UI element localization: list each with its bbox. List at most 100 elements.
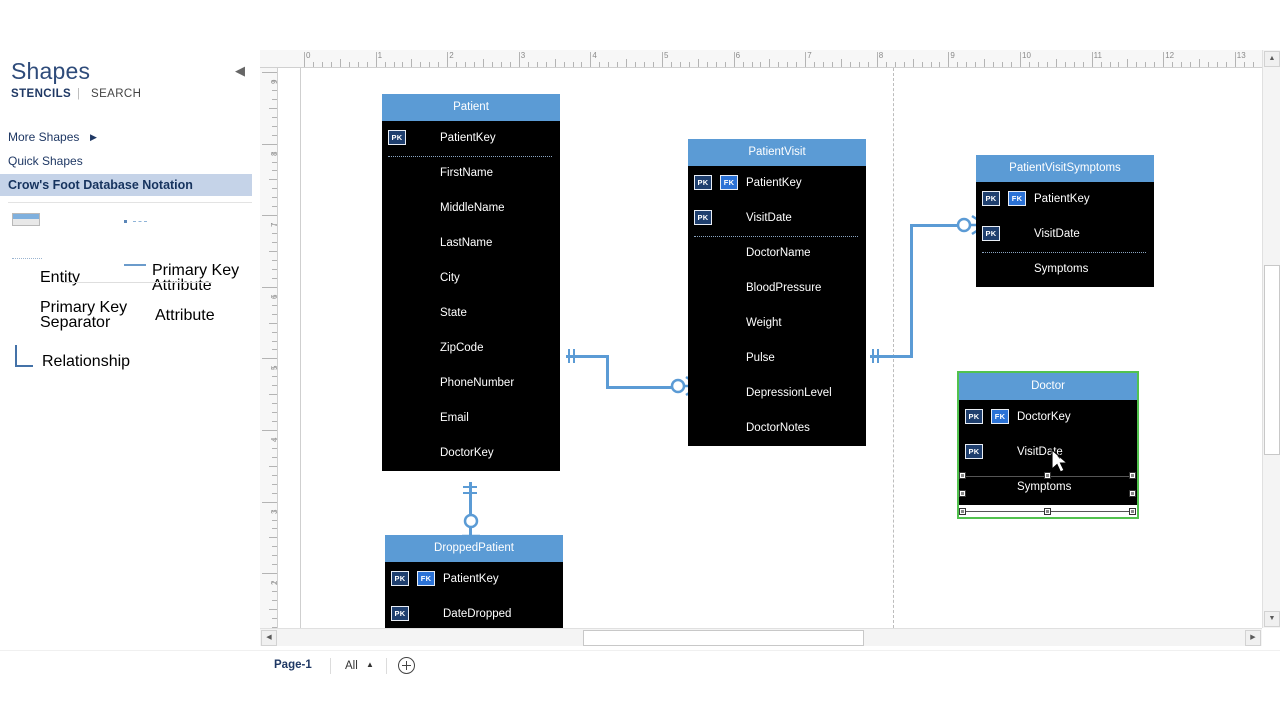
attribute-name: State bbox=[440, 307, 467, 319]
tab-stencils[interactable]: STENCILS bbox=[11, 88, 71, 100]
attribute-row[interactable]: Pulse bbox=[688, 341, 866, 376]
attribute-row[interactable]: DepressionLevel bbox=[688, 376, 866, 411]
ruler-tick-minor bbox=[272, 349, 277, 351]
attribute-name: Email bbox=[440, 412, 469, 424]
scroll-down-arrow-icon[interactable]: ▼ bbox=[1264, 611, 1280, 627]
page-boundary-guide bbox=[893, 68, 894, 628]
entity-body-doctor: PK FK DoctorKey PK VisitDate Symptoms bbox=[959, 400, 1137, 505]
horizontal-scrollbar[interactable]: ◀ ▶ bbox=[260, 628, 1262, 646]
ruler-tick-minor bbox=[1002, 62, 1004, 67]
ruler-tick-major bbox=[948, 52, 950, 67]
attribute-row[interactable]: ZipCode bbox=[382, 331, 560, 366]
vertical-ruler[interactable]: 98765432 bbox=[260, 68, 278, 628]
attribute-row[interactable]: PK DateDropped bbox=[385, 597, 563, 628]
resize-handle-tc[interactable] bbox=[1044, 472, 1051, 479]
entity-header-patientvisit[interactable]: PatientVisit bbox=[688, 139, 866, 166]
vertical-scrollbar-thumb[interactable] bbox=[1264, 265, 1280, 455]
ruler-tick-minor bbox=[272, 438, 277, 440]
vertical-scrollbar[interactable]: ▲ ▼ bbox=[1262, 50, 1280, 628]
resize-handle-br[interactable] bbox=[1129, 508, 1136, 515]
entity-header-patient[interactable]: Patient bbox=[382, 94, 560, 121]
horizontal-ruler[interactable]: 0 1 2 3 4 5 6 7 8 9 10 11 12 13 bbox=[260, 50, 1262, 68]
attribute-row[interactable]: PK VisitDate bbox=[688, 201, 866, 236]
attribute-row[interactable]: Symptoms bbox=[976, 252, 1154, 287]
attribute-row[interactable]: PK FK PatientKey bbox=[385, 562, 563, 597]
attribute-row[interactable]: FirstName bbox=[382, 156, 560, 191]
attribute-row[interactable]: PK FK PatientKey bbox=[976, 182, 1154, 217]
resize-handle-bc[interactable] bbox=[1044, 508, 1051, 515]
resize-handle-mr[interactable] bbox=[1129, 490, 1136, 497]
attribute-row[interactable]: City bbox=[382, 261, 560, 296]
drawing-canvas[interactable]: Patient PK PatientKey FirstName MiddleNa… bbox=[278, 68, 1262, 628]
attribute-row[interactable]: Weight bbox=[688, 306, 866, 341]
ruler-tick-minor bbox=[1136, 62, 1138, 67]
attribute-name: BloodPressure bbox=[746, 282, 822, 294]
chevron-left-icon[interactable]: ◀ bbox=[232, 63, 248, 79]
resize-handle-tr[interactable] bbox=[1129, 472, 1136, 479]
entity-header-droppedpatient[interactable]: DroppedPatient bbox=[385, 535, 563, 562]
plus-circle-icon[interactable] bbox=[398, 657, 415, 674]
scroll-left-arrow-icon[interactable]: ◀ bbox=[261, 630, 277, 646]
horizontal-scrollbar-thumb[interactable] bbox=[583, 630, 864, 646]
ruler-tick-minor bbox=[1073, 62, 1075, 67]
attribute-row[interactable]: PK VisitDate bbox=[976, 217, 1154, 252]
resize-handle-ml[interactable] bbox=[959, 490, 966, 497]
attribute-row[interactable]: DoctorName bbox=[688, 236, 866, 271]
ruler-tick-major bbox=[518, 52, 520, 67]
ruler-tick-minor bbox=[644, 62, 646, 67]
entity-header-doctor[interactable]: Doctor bbox=[959, 373, 1137, 400]
connector-pv-pvs-seg3[interactable] bbox=[910, 224, 962, 227]
resize-handle-tl[interactable] bbox=[959, 472, 966, 479]
scroll-right-arrow-icon[interactable]: ▶ bbox=[1245, 630, 1261, 646]
connector-pv-pvs-seg2[interactable] bbox=[910, 224, 913, 358]
entity-shape-icon[interactable] bbox=[12, 213, 40, 226]
entity-patientvisit[interactable]: PatientVisit PK FK PatientKey PK VisitDa… bbox=[688, 139, 866, 446]
chevron-right-icon[interactable]: ▶ bbox=[90, 126, 97, 148]
attribute-row[interactable]: PhoneNumber bbox=[382, 366, 560, 401]
connector-patient-patientvisit-seg2[interactable] bbox=[606, 355, 609, 389]
attribute-row[interactable]: DoctorNotes bbox=[688, 411, 866, 446]
ruler-tick-minor bbox=[1064, 62, 1066, 67]
attribute-row[interactable]: BloodPressure bbox=[688, 271, 866, 306]
ruler-tick-minor bbox=[483, 59, 484, 67]
ruler-tick-minor bbox=[778, 62, 780, 67]
attribute-row[interactable]: PK PatientKey bbox=[382, 121, 560, 156]
entity-droppedpatient[interactable]: DroppedPatient PK FK PatientKey PK DateD… bbox=[385, 535, 563, 628]
attribute-row[interactable]: PK FK PatientKey bbox=[688, 166, 866, 201]
relationship-icon[interactable] bbox=[15, 345, 33, 367]
attribute-row[interactable]: PK VisitDate bbox=[959, 435, 1137, 470]
attribute-icon[interactable] bbox=[124, 264, 146, 266]
sidebar-item-quick-shapes[interactable]: Quick Shapes bbox=[0, 150, 252, 172]
ruler-tick-minor bbox=[393, 62, 395, 67]
attribute-row[interactable]: PK FK DoctorKey bbox=[959, 400, 1137, 435]
all-pages-button[interactable]: All bbox=[345, 660, 358, 672]
ruler-tick-minor bbox=[581, 62, 583, 67]
attribute-name: PatientKey bbox=[443, 573, 499, 585]
ruler-tick-major bbox=[262, 286, 277, 288]
caret-up-icon[interactable]: ▲ bbox=[366, 660, 374, 669]
attribute-row[interactable]: MiddleName bbox=[382, 191, 560, 226]
ruler-label: 1 bbox=[377, 51, 383, 60]
primary-key-separator-icon[interactable] bbox=[12, 258, 42, 259]
ruler-tick-minor bbox=[894, 62, 896, 67]
page-tab-page-1[interactable]: Page-1 bbox=[274, 659, 312, 671]
entity-patient[interactable]: Patient PK PatientKey FirstName MiddleNa… bbox=[382, 94, 560, 471]
ruler-tick-minor bbox=[272, 161, 277, 163]
scroll-up-arrow-icon[interactable]: ▲ bbox=[1264, 51, 1280, 67]
ruler-tick-minor bbox=[706, 62, 708, 67]
fk-badge: FK bbox=[720, 175, 738, 190]
entity-header-patientvisitsymptoms[interactable]: PatientVisitSymptoms bbox=[976, 155, 1154, 182]
tab-search[interactable]: SEARCH bbox=[91, 88, 141, 100]
attribute-row[interactable]: DoctorKey bbox=[382, 436, 560, 471]
connector-patient-patientvisit-seg3[interactable] bbox=[606, 386, 674, 389]
attribute-row[interactable]: LastName bbox=[382, 226, 560, 261]
sidebar-item-crows-foot-notation[interactable]: Crow's Foot Database Notation bbox=[0, 174, 252, 196]
ruler-tick-minor bbox=[635, 62, 637, 67]
entity-doctor[interactable]: Doctor PK FK DoctorKey PK VisitDate Symp… bbox=[959, 373, 1137, 505]
attribute-row[interactable]: State bbox=[382, 296, 560, 331]
attribute-row[interactable]: Email bbox=[382, 401, 560, 436]
sidebar-item-more-shapes[interactable]: More Shapes bbox=[0, 126, 252, 148]
entity-patientvisitsymptoms[interactable]: PatientVisitSymptoms PK FK PatientKey PK… bbox=[976, 155, 1154, 287]
primary-key-attribute-icon[interactable] bbox=[124, 220, 127, 223]
resize-handle-bl[interactable] bbox=[959, 508, 966, 515]
